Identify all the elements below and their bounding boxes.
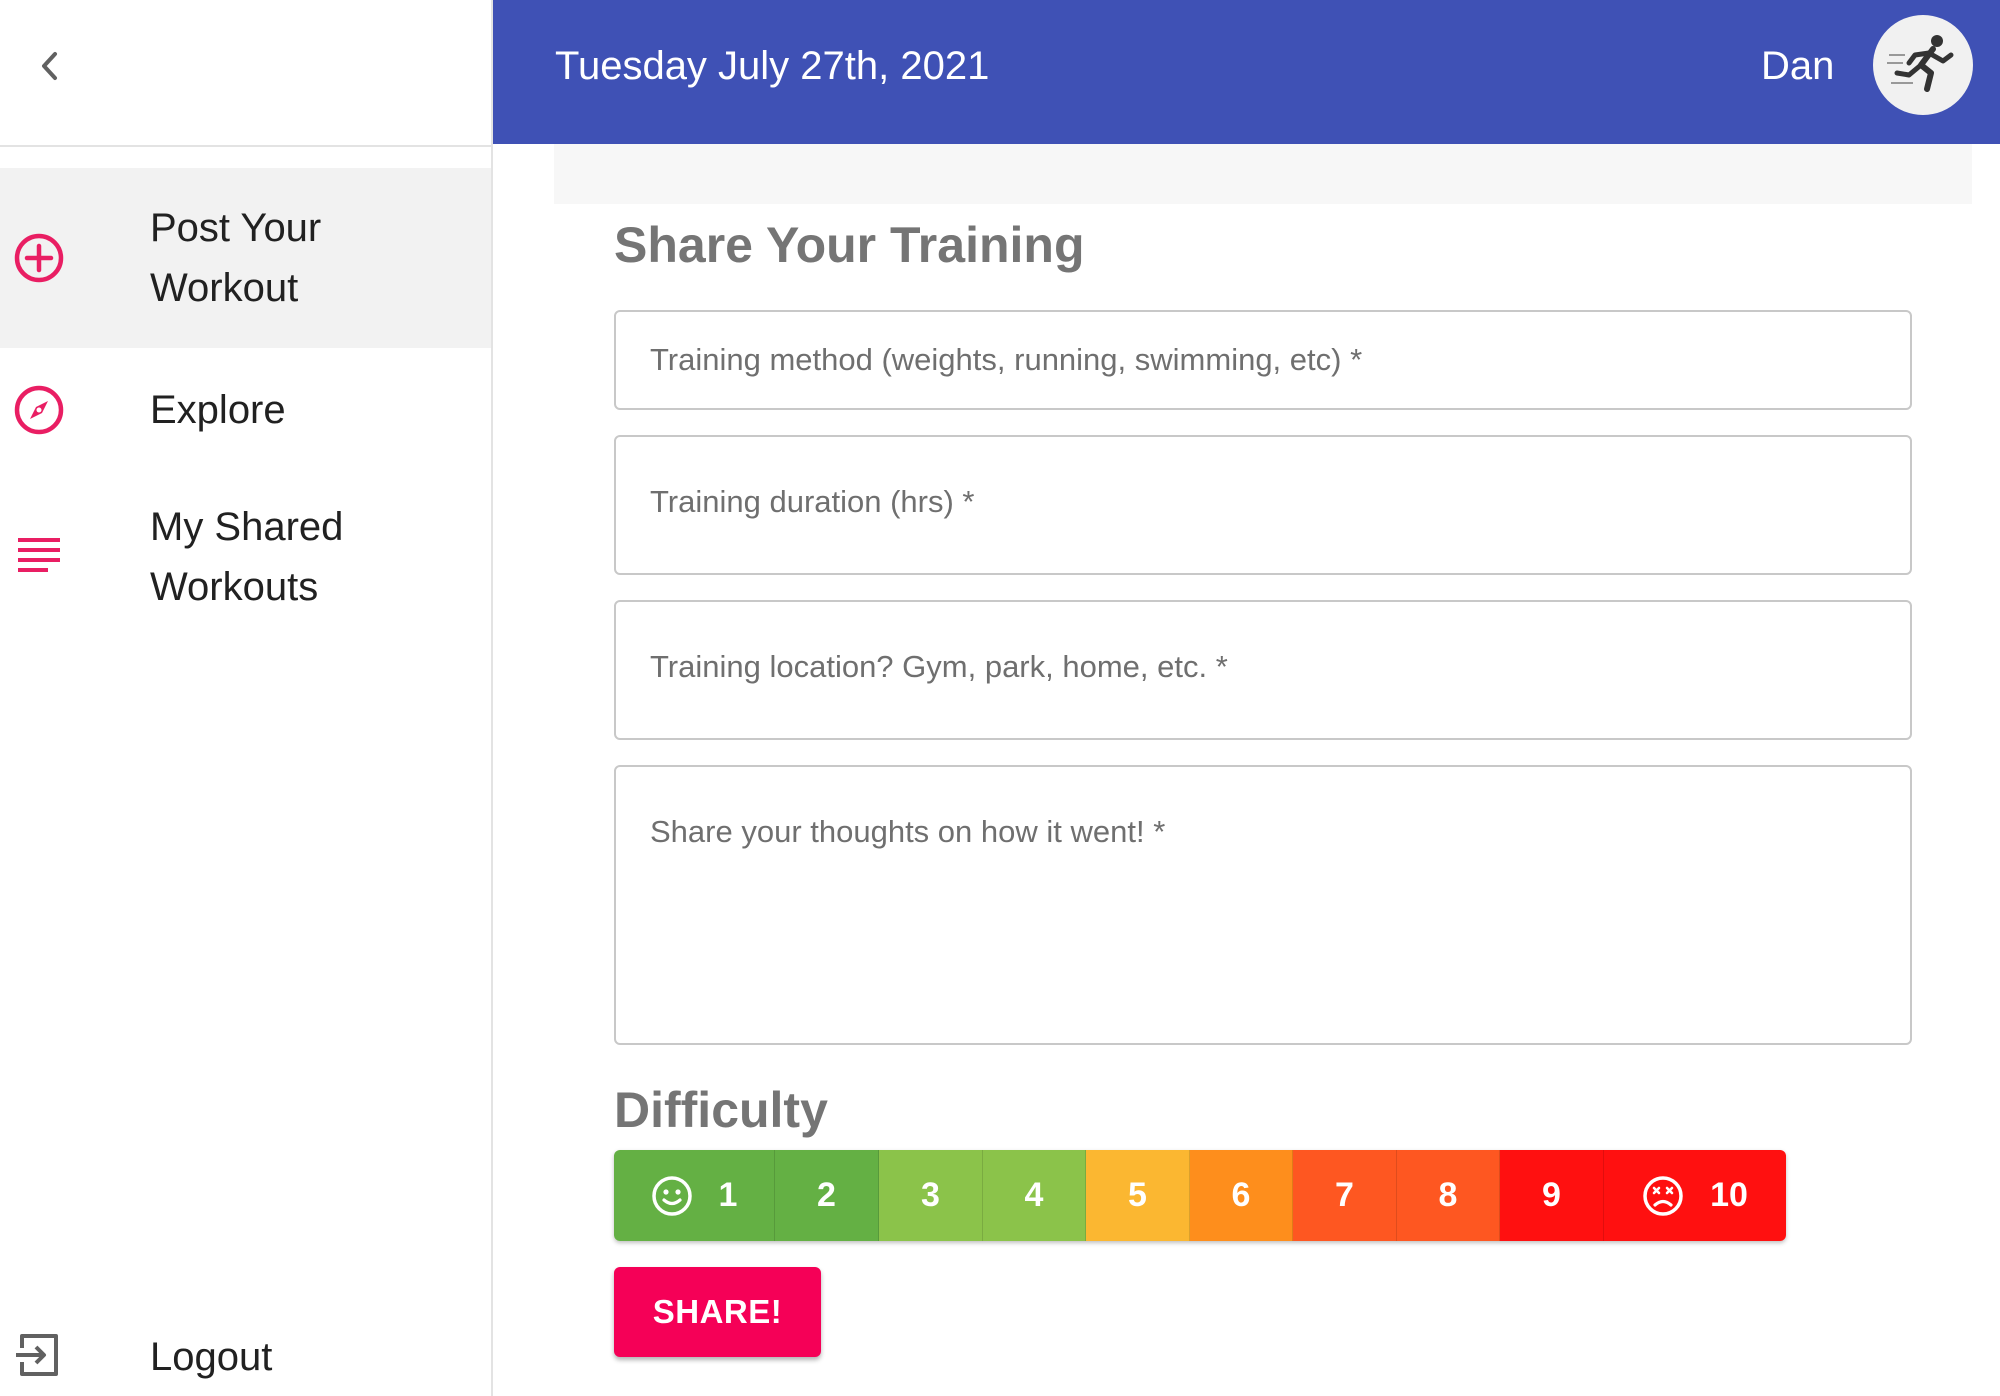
difficulty-title: Difficulty <box>614 1082 828 1138</box>
collapse-sidebar-button[interactable] <box>24 40 76 92</box>
field-placeholder: Training duration (hrs) * <box>650 484 975 519</box>
training-duration-input[interactable]: Training duration (hrs) * <box>614 435 1912 575</box>
logout-button[interactable]: Logout <box>0 1310 491 1396</box>
training-location-input[interactable]: Training location? Gym, park, home, etc.… <box>614 600 1912 740</box>
compass-icon <box>12 383 66 437</box>
runner-avatar-icon <box>1887 35 1954 92</box>
difficulty-option-1[interactable]: 1 <box>614 1150 775 1241</box>
sidebar-item-label: My Shared Workouts <box>150 505 344 609</box>
list-lines-icon <box>12 530 66 584</box>
difficulty-value: 10 <box>1710 1176 1748 1214</box>
difficulty-option-2[interactable]: 2 <box>775 1150 879 1241</box>
difficulty-option-3[interactable]: 3 <box>879 1150 983 1241</box>
smiley-face-icon <box>651 1175 693 1217</box>
sidebar-item-explore[interactable]: Explore <box>0 360 491 460</box>
difficulty-value: 4 <box>1024 1176 1044 1214</box>
chevron-left-icon <box>42 52 57 80</box>
training-method-input[interactable]: Training method (weights, running, swimm… <box>614 310 1912 410</box>
sidebar: Post Your Workout Explore My Shared Work… <box>0 0 493 1396</box>
difficulty-value: 5 <box>1128 1176 1147 1214</box>
difficulty-option-6[interactable]: 6 <box>1190 1150 1293 1241</box>
difficulty-value: 3 <box>921 1176 940 1214</box>
field-placeholder: Training location? Gym, park, home, etc.… <box>650 649 1228 684</box>
sidebar-header <box>0 0 491 147</box>
form-title: Share Your Training <box>614 217 1085 273</box>
sidebar-item-label: Explore <box>150 388 286 432</box>
difficulty-value: 9 <box>1542 1176 1561 1214</box>
user-name: Dan <box>1761 44 1835 88</box>
thoughts-textarea[interactable]: Share your thoughts on how it went! * <box>614 765 1912 1045</box>
sidebar-item-post-workout[interactable]: Post Your Workout <box>0 168 491 348</box>
exit-icon <box>12 1328 66 1382</box>
logout-label: Logout <box>150 1335 273 1379</box>
difficulty-value: 1 <box>718 1176 738 1214</box>
difficulty-value: 8 <box>1438 1176 1458 1214</box>
sidebar-item-label: Post Your Workout <box>150 206 322 310</box>
current-date: Tuesday July 27th, 2021 <box>555 44 990 88</box>
sad-face-icon <box>1642 1175 1684 1217</box>
field-placeholder: Share your thoughts on how it went! * <box>650 814 1166 849</box>
difficulty-option-10[interactable]: 10 <box>1604 1150 1786 1241</box>
app-root: Post Your Workout Explore My Shared Work… <box>0 0 2000 1396</box>
difficulty-value: 2 <box>817 1176 836 1214</box>
content-top-strip <box>554 144 1972 204</box>
difficulty-option-4[interactable]: 4 <box>983 1150 1086 1241</box>
share-button[interactable]: SHARE! <box>614 1267 821 1357</box>
difficulty-selector: 1 2 3 4 5 6 7 8 9 10 <box>614 1150 1786 1241</box>
field-placeholder: Training method (weights, running, swimm… <box>650 342 1363 377</box>
sidebar-item-my-shared-workouts[interactable]: My Shared Workouts <box>0 487 491 627</box>
difficulty-option-5[interactable]: 5 <box>1086 1150 1190 1241</box>
difficulty-value: 7 <box>1335 1176 1354 1214</box>
add-circle-icon <box>12 231 66 285</box>
avatar[interactable] <box>1873 15 1973 115</box>
difficulty-option-8[interactable]: 8 <box>1397 1150 1500 1241</box>
app-bar: Tuesday July 27th, 2021 Dan <box>493 0 2000 144</box>
difficulty-value: 6 <box>1231 1176 1251 1214</box>
difficulty-option-7[interactable]: 7 <box>1293 1150 1397 1241</box>
difficulty-option-9[interactable]: 9 <box>1500 1150 1604 1241</box>
